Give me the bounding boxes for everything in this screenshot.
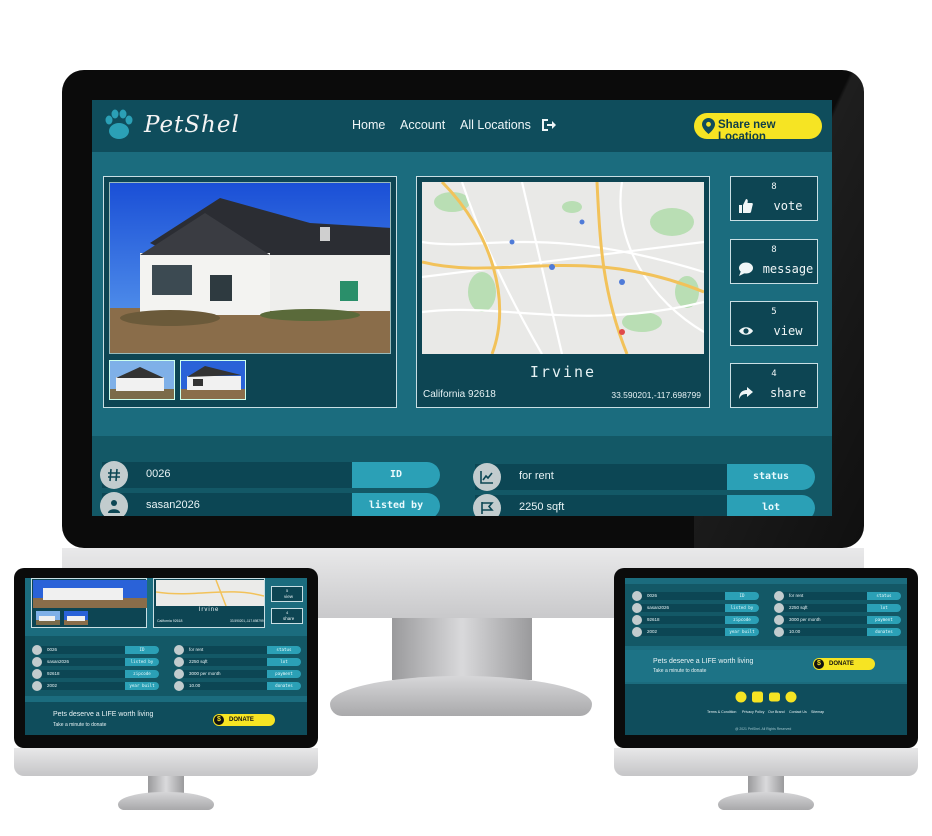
left-screen-share-button[interactable]: 4 share xyxy=(271,608,303,624)
chat-bubble-icon xyxy=(739,262,753,276)
listing-state-zip: California 92618 xyxy=(423,389,496,400)
social-icons xyxy=(735,691,797,703)
brand-name[interactable]: PetShel xyxy=(144,112,240,138)
left-donate-sub: Take a minute to donate xyxy=(53,722,107,728)
detail-value: 0026 xyxy=(146,468,171,480)
desktop-monitor-base xyxy=(330,676,592,716)
location-pin-icon xyxy=(702,118,715,134)
detail-tag: ID xyxy=(352,462,440,488)
listing-coordinates: 33.590201,-117.698799 xyxy=(611,390,701,400)
message-label: message xyxy=(762,262,814,276)
message-count: 8 xyxy=(771,245,777,255)
footer-link-contact[interactable]: Contact Us xyxy=(789,710,807,714)
left-row-lot: 2250 sqft lot xyxy=(174,657,301,667)
left-donate-button[interactable]: $ DONATE xyxy=(213,714,275,726)
right-donate-sub: Take a minute to donate xyxy=(653,668,707,674)
twitter-icon[interactable] xyxy=(735,691,747,703)
user-icon xyxy=(100,492,128,516)
view-count: 5 xyxy=(771,307,777,317)
share-label: share xyxy=(769,386,807,400)
footer-copyright: @ 2021 PetShel. All Rights Reserved xyxy=(735,727,792,731)
right-monitor-base xyxy=(718,792,814,810)
vote-count: 8 xyxy=(771,182,777,192)
right-screen: 0026 ID sasan2026 listed by 92618 zipcode 2… xyxy=(625,578,907,735)
detail-row-id: 0026 ID xyxy=(100,461,440,489)
share-location-label: Share new Location xyxy=(718,119,776,143)
left-row-payment: 3000 per month payment xyxy=(174,669,301,679)
detail-tag: status xyxy=(727,464,815,490)
top-navbar: PetShel Home Account All Locations Share… xyxy=(92,100,832,152)
left-row-status: for rent status xyxy=(174,645,301,655)
share-arrow-icon xyxy=(739,387,753,399)
detail-tag: lot xyxy=(727,495,815,516)
hash-icon xyxy=(100,461,128,489)
thumbs-up-icon xyxy=(739,199,753,213)
detail-row-status: for rent status xyxy=(473,463,815,491)
right-donate-headline: Pets deserve a LIFE worth living xyxy=(653,658,754,665)
right-row-payment: 3000 per month payment xyxy=(774,615,901,625)
left-row-donates: 10.00 donates xyxy=(174,681,301,691)
right-row-lot: 2250 sqft lot xyxy=(774,603,901,613)
detail-row-listed-by: sasan2026 listed by xyxy=(100,492,440,516)
detail-value: for rent xyxy=(519,470,554,482)
detail-tag: listed by xyxy=(352,493,440,516)
footer-link-privacy[interactable]: Privacy Policy xyxy=(742,710,764,714)
right-row-zip: 92618 zipcode xyxy=(632,615,759,625)
map-panel: Irvine California 92618 33.590201,-117.6… xyxy=(416,176,710,408)
footer-link-sitemap[interactable]: Sitemap xyxy=(811,710,824,714)
right-monitor-chin xyxy=(614,748,918,776)
facebook-icon[interactable] xyxy=(785,691,797,703)
desktop-screen: PetShel Home Account All Locations Share… xyxy=(92,100,832,516)
right-row-listed-by: sasan2026 listed by xyxy=(632,603,759,613)
nav-link-account[interactable]: Account xyxy=(400,118,445,132)
listing-city: Irvine xyxy=(529,363,597,381)
right-donate-button[interactable]: $ DONATE xyxy=(813,658,875,670)
desktop-monitor-stand xyxy=(392,618,532,680)
left-screen-view-button[interactable]: 5 view xyxy=(271,586,303,602)
left-monitor-chin xyxy=(14,748,318,776)
right-row-status: for rent status xyxy=(774,591,901,601)
logout-icon[interactable] xyxy=(540,117,556,133)
flag-icon xyxy=(473,494,501,516)
photo-thumbnail-1[interactable] xyxy=(109,360,175,400)
left-row-zip: 92618 zipcode xyxy=(32,669,159,679)
left-row-year: 2002 year built xyxy=(32,681,159,691)
youtube-icon[interactable] xyxy=(769,692,780,702)
house-main-photo[interactable] xyxy=(109,182,391,354)
view-button[interactable]: 5 view xyxy=(730,301,818,346)
share-button[interactable]: 4 share xyxy=(730,363,818,408)
view-label: view xyxy=(773,324,803,338)
paw-logo-icon[interactable] xyxy=(102,108,136,142)
vote-button[interactable]: 8 vote xyxy=(730,176,818,221)
left-row-listed-by: sasan2026 listed by xyxy=(32,657,159,667)
instagram-icon[interactable] xyxy=(752,691,763,703)
detail-row-lot: 2250 sqft lot xyxy=(473,494,815,516)
detail-value: 2250 sqft xyxy=(519,501,565,513)
left-monitor-base xyxy=(118,792,214,810)
left-screen: Irvine California 92618 33.590201,-117.6… xyxy=(25,578,307,735)
nav-link-all-locations[interactable]: All Locations xyxy=(460,118,531,132)
eye-icon xyxy=(739,327,753,335)
share-count: 4 xyxy=(771,369,777,379)
photo-gallery xyxy=(103,176,397,408)
share-location-button[interactable]: Share new Location xyxy=(694,113,822,143)
left-screen-city: Irvine xyxy=(198,607,220,613)
location-map[interactable] xyxy=(422,182,704,354)
photo-thumbnail-2[interactable] xyxy=(180,360,246,400)
right-row-donates: 10.00 donates xyxy=(774,627,901,637)
left-row-id: 0026 ID xyxy=(32,645,159,655)
nav-link-home[interactable]: Home xyxy=(352,118,385,132)
left-donate-headline: Pets deserve a LIFE worth living xyxy=(53,711,154,718)
vote-label: vote xyxy=(773,199,803,213)
footer-link-terms[interactable]: Terms & Condition xyxy=(707,710,736,714)
footer-link-brand[interactable]: Our Brand xyxy=(768,710,785,714)
right-row-id: 0026 ID xyxy=(632,591,759,601)
chart-icon xyxy=(473,463,501,491)
right-row-year: 2002 year built xyxy=(632,627,759,637)
message-button[interactable]: 8 message xyxy=(730,239,818,284)
detail-value: sasan2026 xyxy=(146,499,200,511)
